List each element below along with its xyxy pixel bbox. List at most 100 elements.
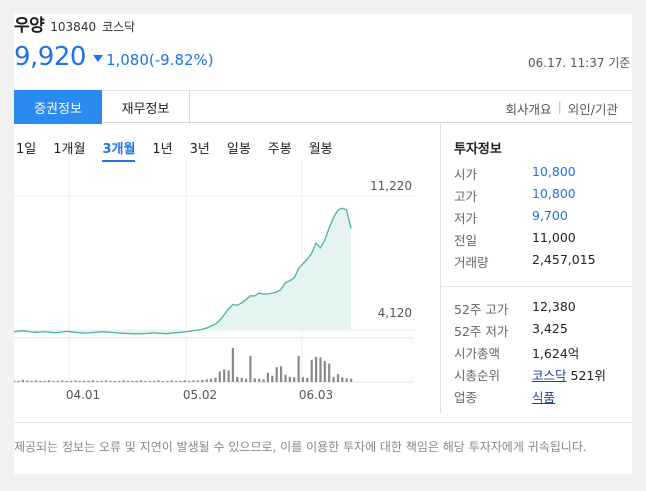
info-value-text: 2,457,015 [532,252,596,267]
info-row: 52주 저가 3,425 [454,321,632,343]
info-label: 고가 [454,189,478,204]
volume-bar [83,380,86,382]
info-label: 전일 [454,233,478,248]
volume-bar [227,370,230,382]
tab-bar: 증권정보 재무정보 회사개요 | 외인/기관 [14,90,632,124]
volume-bar [253,378,256,382]
volume-bar [214,377,217,382]
info-row: 시가 10,800 [454,164,632,186]
info-value: 2,457,015 [532,252,596,274]
info-value-text: 11,000 [532,230,576,245]
divider: | [557,99,562,114]
volume-bar [100,380,103,382]
period-selector: 1일 1개월 3개월 1년 3년 일봉 주봉 월봉 [16,138,350,162]
divider [440,124,441,414]
period-option[interactable]: 3개월 [102,138,136,162]
tab-securities-info[interactable]: 증권정보 [14,90,102,124]
volume-bar [231,347,234,382]
volume-bar [236,376,239,383]
period-option[interactable]: 월봉 [309,138,333,162]
volume-bar [179,380,182,382]
down-arrow-icon [92,55,103,62]
volume-bar [26,380,29,382]
info-link[interactable]: 식품 [532,390,555,405]
price-area [14,208,351,334]
stock-market: 코스닥 [102,20,136,34]
volume-bar [301,377,305,382]
volume-bar [30,380,33,382]
period-option[interactable]: 1일 [16,138,36,162]
volume-bar [271,375,274,382]
period-option[interactable]: 일봉 [227,138,251,162]
volume-bar [48,380,51,382]
volume-bar [52,380,55,382]
info-value-text: 9,700 [532,208,568,223]
volume-bar [323,361,326,382]
volume-bar [34,380,38,382]
investment-info-list-2: 52주 고가 12,380 52주 저가 3,425 시가총액 1,624억 시총순위 코스닥… [454,299,632,409]
volume-bar [131,380,134,382]
volume-bar [43,380,46,382]
info-label: 거래량 [454,255,489,270]
info-value-text: 12,380 [532,299,576,314]
volume-bar [113,380,116,382]
divider [14,422,632,423]
info-link[interactable]: 코스닥 [532,368,567,383]
volume-bar [174,380,178,382]
current-price: 9,920 [14,42,86,72]
volume-bar [153,380,156,382]
volume-bar [109,380,112,382]
volume-bar [319,357,322,382]
price-row: 9,920 1,080(-9.82%) [14,42,214,72]
x-tick-label: 06.03 [299,388,333,400]
timestamp: 06.17. 11:37 기준 [528,56,631,70]
volume-bar [166,380,169,382]
investment-info-title: 투자정보 [454,142,502,157]
info-value: 1,624억 [532,343,579,365]
volume-bar [258,378,261,382]
period-option[interactable]: 주봉 [268,138,292,162]
period-option[interactable]: 1개월 [53,138,85,162]
info-value-text: 1,624억 [532,346,580,361]
foreign-institution-link[interactable]: 외인/기관 [568,99,618,118]
info-row: 시총순위 코스닥 521위 [454,365,632,387]
volume-bar [69,380,73,382]
y-tick-label: 11,220 [370,179,412,193]
period-option[interactable]: 3년 [190,138,210,162]
volume-bar [201,379,204,382]
info-value-text: 3,425 [532,321,568,336]
volume-bar [118,380,121,382]
info-row: 거래량 2,457,015 [454,252,632,274]
volume-bar [266,372,269,383]
divider [440,286,632,287]
company-overview-link[interactable]: 회사개요 [506,99,552,118]
info-value: 3,425 [532,321,568,343]
info-row: 52주 고가 12,380 [454,299,632,321]
info-label: 시가 [454,167,478,182]
tab-financial-info[interactable]: 재무정보 [102,90,190,124]
stock-widget: 우양 103840 코스닥 9,920 1,080(-9.82%) 06.17.… [14,14,632,474]
volume-bar [183,380,186,382]
info-value-text: 10,800 [532,164,576,179]
stock-name[interactable]: 우양 [14,14,45,36]
x-tick-label: 04.01 [66,388,100,400]
period-option[interactable]: 1년 [152,138,172,162]
volume-bar [39,380,42,382]
price-change: 1,080(-9.82%) [105,51,214,69]
info-value: 11,000 [532,230,576,252]
volume-bar [205,379,208,382]
info-label: 52주 저가 [454,324,509,339]
volume-bar [87,380,90,382]
volume-bar [91,380,94,382]
info-row: 저가 9,700 [454,208,632,230]
investment-info-list: 시가 10,800 고가 10,800 저가 9,700 전일 11,000 거래량 2,457,… [454,164,632,274]
volume-bar [56,380,59,382]
volume-bar [293,377,296,382]
volume-bar [306,377,309,382]
info-value: 12,380 [532,299,576,321]
volume-bar [262,379,265,382]
disclaimer: 제공되는 정보는 오류 및 지연이 발생될 수 있으므로, 이를 이용한 투자에… [14,440,587,454]
volume-bar [170,380,173,382]
info-row: 전일 11,000 [454,230,632,252]
volume-bar [144,380,147,382]
